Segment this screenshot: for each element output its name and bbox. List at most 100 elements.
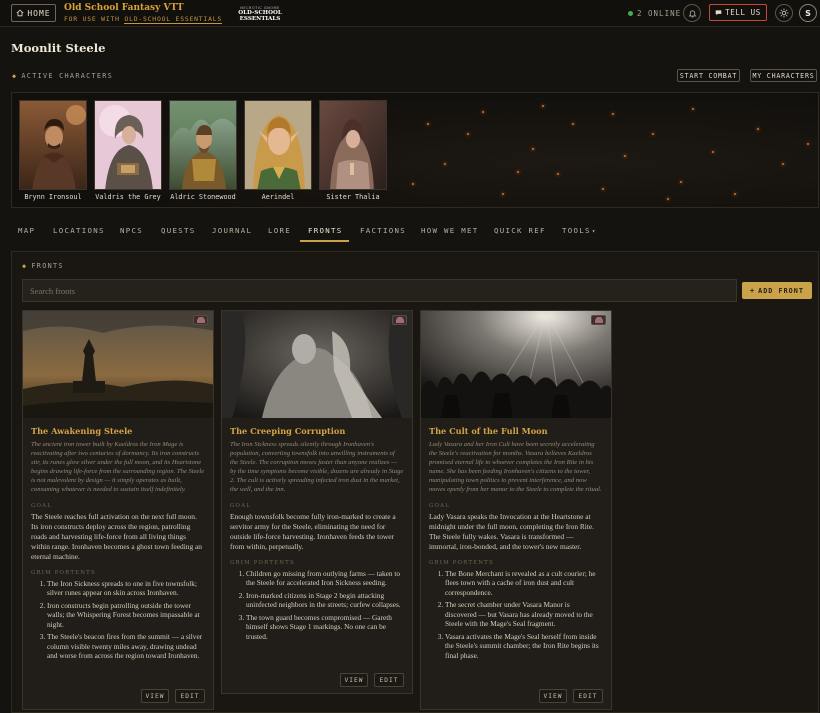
edit-button[interactable]: EDIT xyxy=(573,689,603,703)
character-card[interactable]: Aerindel xyxy=(244,100,312,207)
character-name: Aerindel xyxy=(261,193,295,201)
grim-portents-label: GRIM PORTENTS xyxy=(230,559,295,566)
grim-portents-label: GRIM PORTENTS xyxy=(429,559,494,566)
ember-particle xyxy=(692,108,694,110)
tab-quests[interactable]: QUESTS xyxy=(161,226,196,235)
ember-particle xyxy=(734,193,736,195)
front-card: The Awakening Steele The ancient iron to… xyxy=(22,310,214,710)
goal-label: GOAL xyxy=(31,502,52,509)
chevron-down-icon: ▾ xyxy=(591,228,597,235)
character-card[interactable]: Sister Thalia xyxy=(319,100,387,207)
online-text: 2 ONLINE xyxy=(637,9,682,18)
front-description: The Iron Sickness spreads silently throu… xyxy=(230,441,404,494)
character-card[interactable]: Aldric Stonewood xyxy=(169,100,237,207)
character-card[interactable]: Brynn Ironsoul xyxy=(19,100,87,207)
add-front-label: ADD FRONT xyxy=(758,286,804,295)
character-portrait xyxy=(319,100,387,190)
ember-particle xyxy=(757,128,759,130)
character-card[interactable]: Valdris the Grey xyxy=(94,100,162,207)
portents-list: Children go missing from outlying farms … xyxy=(236,569,404,642)
sun-icon xyxy=(779,8,789,18)
view-button[interactable]: VIEW xyxy=(141,689,169,703)
front-title: The Cult of the Full Moon xyxy=(429,426,548,436)
image-badge-icon[interactable] xyxy=(193,315,208,325)
ember-particle xyxy=(482,111,484,113)
portent-item: The secret chamber under Vasara Manor is… xyxy=(445,600,603,629)
portent-item: The town guard becomes compromised — Gar… xyxy=(246,613,404,642)
fronts-label: ◆ FRONTS xyxy=(22,262,64,270)
online-dot-icon xyxy=(628,11,633,16)
image-badge-icon[interactable] xyxy=(392,315,407,325)
portent-item: The Bone Merchant is revealed as a cult … xyxy=(445,569,603,598)
view-button[interactable]: VIEW xyxy=(539,689,567,703)
tab-factions[interactable]: FACTIONS xyxy=(360,226,406,235)
home-label: HOME xyxy=(27,8,51,18)
my-characters-button[interactable]: MY CHARACTERS xyxy=(750,69,817,82)
edit-button[interactable]: EDIT xyxy=(374,673,404,687)
plus-icon: + xyxy=(750,286,756,295)
tell-us-label: TELL US xyxy=(725,8,761,17)
ember-particle xyxy=(517,171,519,173)
ember-particle xyxy=(602,188,604,190)
active-characters-label: ◆ ACTIVE CHARACTERS xyxy=(12,72,113,80)
front-goal: Enough townsfolk become fully iron-marke… xyxy=(230,511,396,551)
character-portrait xyxy=(94,100,162,190)
tab-journal[interactable]: JOURNAL xyxy=(212,226,252,235)
front-body: The Awakening Steele The ancient iron to… xyxy=(23,418,213,661)
front-body: The Creeping Corruption The Iron Sicknes… xyxy=(222,418,412,641)
top-bar: HOME Old School Fantasy VTT FOR USE WITH… xyxy=(0,0,820,27)
ember-particle xyxy=(502,193,504,195)
ember-particle xyxy=(667,198,669,200)
ose-link[interactable]: OLD-SCHOOL ESSENTIALS xyxy=(124,15,223,24)
character-name: Aldric Stonewood xyxy=(170,193,236,201)
tab-npcs[interactable]: NPCS xyxy=(120,226,143,235)
theme-toggle-button[interactable] xyxy=(775,4,793,22)
portent-item: The Steele's beacon fires from the summi… xyxy=(47,632,205,661)
diamond-icon: ◆ xyxy=(12,72,18,80)
tab-tools[interactable]: TOOLS▾ xyxy=(562,226,597,235)
notifications-button[interactable] xyxy=(683,4,701,22)
character-name: Sister Thalia xyxy=(326,193,380,201)
tell-us-button[interactable]: TELL US xyxy=(709,4,767,21)
portent-item: Iron constructs begin patrolling outside… xyxy=(47,601,205,630)
ose-logo-big: OLD-SCHOOL ESSENTIALS xyxy=(238,9,282,22)
ember-particle xyxy=(782,163,784,165)
ember-particle xyxy=(624,155,626,157)
front-body: The Cult of the Full Moon Lady Vasara an… xyxy=(421,418,611,660)
brand-title: Old School Fantasy VTT xyxy=(64,3,184,13)
portents-list: The Iron Sickness spreads to one in five… xyxy=(37,579,205,661)
edit-button[interactable]: EDIT xyxy=(175,689,205,703)
view-button[interactable]: VIEW xyxy=(340,673,368,687)
portent-item: Iron-marked citizens in Stage 2 begin at… xyxy=(246,591,404,610)
tab-quick-ref[interactable]: QUICK REF xyxy=(494,226,546,235)
goal-label: GOAL xyxy=(429,502,450,509)
tab-map[interactable]: MAP xyxy=(18,226,35,235)
front-title: The Creeping Corruption xyxy=(230,426,346,436)
character-portrait xyxy=(244,100,312,190)
home-button[interactable]: HOME xyxy=(11,4,56,22)
ember-particle xyxy=(557,173,559,175)
add-front-button[interactable]: + ADD FRONT xyxy=(742,282,812,299)
online-indicator: 2 ONLINE xyxy=(628,9,681,18)
tab-how-we-met[interactable]: HOW WE MET xyxy=(421,226,479,235)
character-portrait xyxy=(169,100,237,190)
search-fronts-input[interactable] xyxy=(22,279,737,302)
tab-lore[interactable]: LORE xyxy=(268,226,291,235)
start-combat-button[interactable]: START COMBAT xyxy=(677,69,740,82)
chat-icon xyxy=(715,10,722,16)
image-badge-icon[interactable] xyxy=(591,315,606,325)
card-actions: VIEW EDIT xyxy=(340,673,404,687)
ember-particle xyxy=(412,183,414,185)
user-avatar[interactable]: S xyxy=(799,4,817,22)
front-title: The Awakening Steele xyxy=(31,426,133,436)
tab-locations[interactable]: LOCATIONS xyxy=(53,226,105,235)
character-portrait xyxy=(19,100,87,190)
active-characters-text: ACTIVE CHARACTERS xyxy=(21,72,114,80)
brand-sub-prefix: FOR USE WITH xyxy=(64,15,125,23)
tab-fronts[interactable]: FRONTS xyxy=(308,226,343,235)
campaign-tabs: MAP LOCATIONS NPCS QUESTS JOURNAL LORE F… xyxy=(11,220,819,242)
front-image xyxy=(421,311,611,418)
portents-list: The Bone Merchant is revealed as a cult … xyxy=(435,569,603,661)
card-actions: VIEW EDIT xyxy=(539,689,603,703)
grim-portents-label: GRIM PORTENTS xyxy=(31,569,96,576)
